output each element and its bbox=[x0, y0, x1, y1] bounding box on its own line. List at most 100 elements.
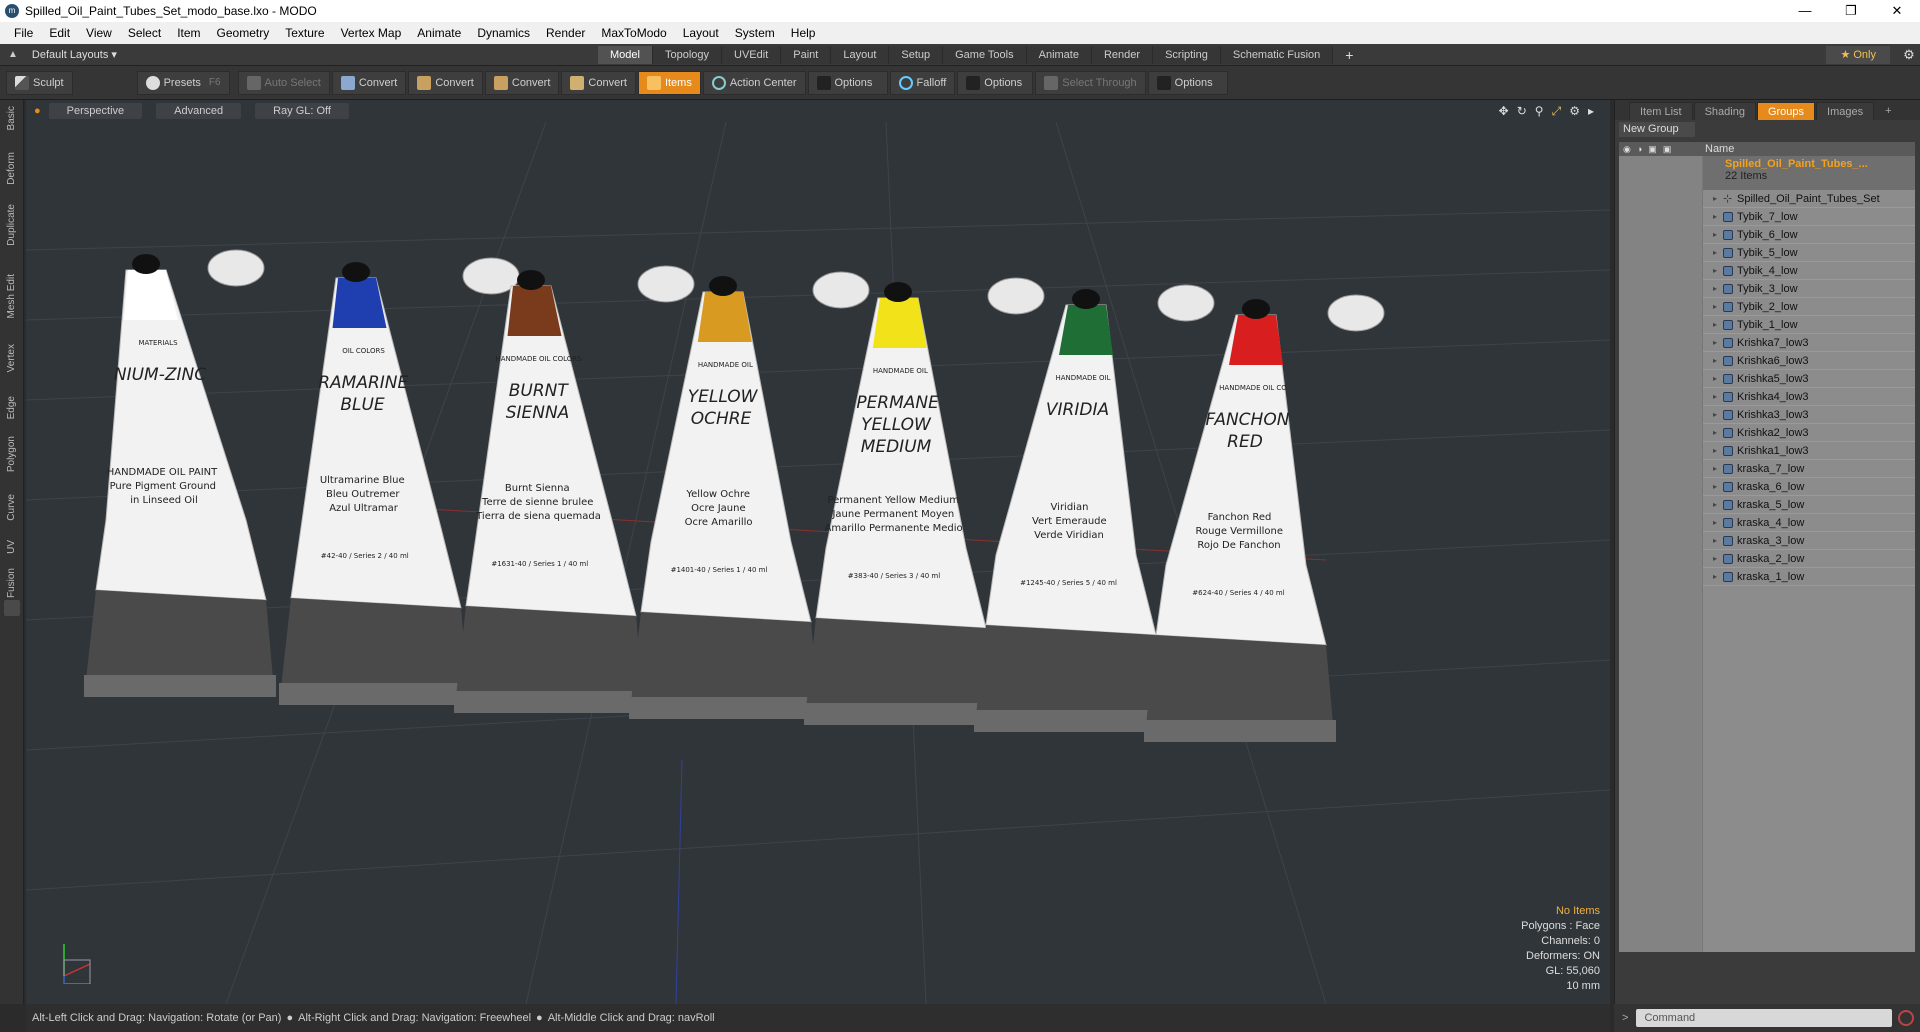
convert-vertices-button[interactable]: Convert bbox=[331, 70, 407, 95]
group-list[interactable]: ◉ ◑ ▣ ▣ Name Spilled_Oil_Paint_Tubes_...… bbox=[1619, 142, 1915, 952]
tool-tab-curve[interactable]: Curve bbox=[6, 494, 17, 521]
group-row[interactable]: Spilled_Oil_Paint_Tubes_... 22 Items bbox=[1703, 156, 1915, 190]
tool-tab-polygon[interactable]: Polygon bbox=[6, 436, 17, 472]
panel-tab-groups[interactable]: Groups bbox=[1756, 102, 1816, 120]
menu-animate[interactable]: Animate bbox=[409, 26, 469, 40]
minimize-button[interactable]: — bbox=[1782, 0, 1828, 22]
convert-edges-button[interactable]: Convert bbox=[408, 70, 483, 95]
menu-layout[interactable]: Layout bbox=[675, 26, 727, 40]
tab-game-tools[interactable]: Game Tools bbox=[943, 45, 1027, 64]
layout-selector[interactable]: Default Layouts ▾ bbox=[32, 48, 117, 61]
list-item[interactable]: ▸ Tybik_6_low bbox=[1703, 226, 1915, 244]
sculpt-button[interactable]: Sculpt bbox=[6, 70, 73, 95]
tool-tab-deform[interactable]: Deform bbox=[6, 152, 17, 185]
expand-icon[interactable]: ▸ bbox=[1713, 374, 1723, 383]
expand-icon[interactable]: ▸ bbox=[1713, 392, 1723, 401]
falloff-options-button[interactable]: Options bbox=[957, 70, 1034, 95]
menu-texture[interactable]: Texture bbox=[277, 26, 332, 40]
tool-tab-edge[interactable]: Edge bbox=[6, 396, 17, 419]
expand-icon[interactable]: ▸ bbox=[1713, 248, 1723, 257]
expand-icon[interactable]: ▸ bbox=[1713, 212, 1723, 221]
add-tab-button[interactable]: + bbox=[1345, 47, 1353, 63]
expand-icon[interactable]: ▸ bbox=[1713, 320, 1723, 329]
menu-file[interactable]: File bbox=[6, 26, 41, 40]
auto-select-button[interactable]: Auto Select bbox=[237, 70, 330, 95]
tool-tab-vertex[interactable]: Vertex bbox=[6, 344, 17, 372]
list-item[interactable]: ▸ Krishka5_low3 bbox=[1703, 370, 1915, 388]
menu-render[interactable]: Render bbox=[538, 26, 593, 40]
layout-toggle-icon[interactable]: ▲ bbox=[8, 49, 18, 60]
expand-icon[interactable]: ▸ bbox=[1713, 356, 1723, 365]
tab-paint[interactable]: Paint bbox=[781, 45, 832, 64]
tool-tab-fusion[interactable]: Fusion bbox=[6, 568, 17, 598]
tool-strip-button[interactable] bbox=[4, 600, 20, 616]
expand-icon[interactable]: ▸ bbox=[1713, 410, 1723, 419]
name-column-header[interactable]: Name bbox=[1701, 143, 1734, 155]
menu-help[interactable]: Help bbox=[783, 26, 824, 40]
menu-system[interactable]: System bbox=[727, 26, 783, 40]
expand-icon[interactable]: ▸ bbox=[1713, 500, 1723, 509]
panel-tab-item-list[interactable]: Item List bbox=[1629, 102, 1693, 120]
panel-tab-images[interactable]: Images bbox=[1816, 102, 1875, 120]
list-item[interactable]: ▸ Tybik_1_low bbox=[1703, 316, 1915, 334]
menu-vertex-map[interactable]: Vertex Map bbox=[333, 26, 410, 40]
tab-model[interactable]: Model bbox=[598, 45, 653, 64]
list-item[interactable]: ▸ Krishka3_low3 bbox=[1703, 406, 1915, 424]
tab-render[interactable]: Render bbox=[1091, 45, 1154, 64]
list-item[interactable]: ▸ Tybik_4_low bbox=[1703, 262, 1915, 280]
expand-icon[interactable]: ▸ bbox=[1713, 554, 1723, 563]
expand-icon[interactable]: ▸ bbox=[1713, 572, 1723, 581]
expand-icon[interactable]: ▸ bbox=[1713, 194, 1723, 203]
select-through-options-button[interactable]: Options bbox=[1147, 70, 1228, 95]
add-panel-tab-button[interactable]: + bbox=[1875, 102, 1901, 120]
list-item[interactable]: ▸ Tybik_3_low bbox=[1703, 280, 1915, 298]
list-item[interactable]: ▸ Tybik_5_low bbox=[1703, 244, 1915, 262]
list-item[interactable]: ▸ Krishka4_low3 bbox=[1703, 388, 1915, 406]
tab-topology[interactable]: Topology bbox=[652, 45, 723, 64]
list-item[interactable]: ▸ kraska_7_low bbox=[1703, 460, 1915, 478]
items-mode-button[interactable]: Items bbox=[637, 70, 701, 95]
convert-polygons-button[interactable]: Convert bbox=[484, 70, 560, 95]
tab-scripting[interactable]: Scripting bbox=[1153, 45, 1221, 64]
expand-icon[interactable]: ▸ bbox=[1713, 464, 1723, 473]
list-item[interactable]: ▸ Krishka6_low3 bbox=[1703, 352, 1915, 370]
expand-icon[interactable]: ▸ bbox=[1713, 266, 1723, 275]
only-toggle[interactable]: ★ Only bbox=[1826, 45, 1890, 64]
list-item[interactable]: ▸ kraska_3_low bbox=[1703, 532, 1915, 550]
close-button[interactable]: ✕ bbox=[1874, 0, 1920, 22]
menu-select[interactable]: Select bbox=[120, 26, 169, 40]
tool-tab-duplicate[interactable]: Duplicate bbox=[6, 204, 17, 246]
list-item[interactable]: ▸ ⊹ Spilled_Oil_Paint_Tubes_Set bbox=[1703, 190, 1915, 208]
list-item[interactable]: ▸ Krishka2_low3 bbox=[1703, 424, 1915, 442]
expand-icon[interactable]: ▸ bbox=[1713, 302, 1723, 311]
record-macro-icon[interactable] bbox=[1898, 1010, 1915, 1026]
tab-animate[interactable]: Animate bbox=[1026, 45, 1092, 64]
menu-maxtomodo[interactable]: MaxToModo bbox=[593, 26, 674, 40]
3d-viewport[interactable]: ● Perspective Advanced Ray GL: Off ✥ ↻ ⚲… bbox=[26, 100, 1610, 1004]
panel-tab-shading[interactable]: Shading bbox=[1693, 102, 1756, 120]
list-item[interactable]: ▸ Krishka1_low3 bbox=[1703, 442, 1915, 460]
tab-schematic-fusion[interactable]: Schematic Fusion bbox=[1220, 45, 1334, 64]
menu-geometry[interactable]: Geometry bbox=[209, 26, 278, 40]
menu-edit[interactable]: Edit bbox=[41, 26, 78, 40]
command-history-icon[interactable]: > bbox=[1622, 1012, 1628, 1024]
tool-tab-mesh-edit[interactable]: Mesh Edit bbox=[6, 274, 17, 318]
expand-icon[interactable]: ▸ bbox=[1713, 536, 1723, 545]
action-center-options-button[interactable]: Options bbox=[807, 70, 888, 95]
action-center-button[interactable]: Action Center bbox=[702, 70, 806, 95]
list-item[interactable]: ▸ kraska_4_low bbox=[1703, 514, 1915, 532]
menu-view[interactable]: View bbox=[78, 26, 120, 40]
expand-icon[interactable]: ▸ bbox=[1713, 338, 1723, 347]
expand-icon[interactable]: ▸ bbox=[1713, 518, 1723, 527]
list-item[interactable]: ▸ kraska_1_low bbox=[1703, 568, 1915, 586]
list-item[interactable]: ▸ kraska_5_low bbox=[1703, 496, 1915, 514]
menu-dynamics[interactable]: Dynamics bbox=[469, 26, 538, 40]
gear-icon[interactable]: ⚙ bbox=[1898, 47, 1920, 63]
expand-icon[interactable]: ▸ bbox=[1713, 284, 1723, 293]
list-item[interactable]: ▸ kraska_2_low bbox=[1703, 550, 1915, 568]
expand-icon[interactable]: ▸ bbox=[1713, 482, 1723, 491]
presets-button[interactable]: Presets F6 bbox=[136, 70, 230, 95]
expand-icon[interactable]: ▸ bbox=[1713, 428, 1723, 437]
render-column-icon[interactable]: ◑ bbox=[1637, 144, 1642, 155]
tool-tab-basic[interactable]: Basic bbox=[6, 106, 17, 130]
